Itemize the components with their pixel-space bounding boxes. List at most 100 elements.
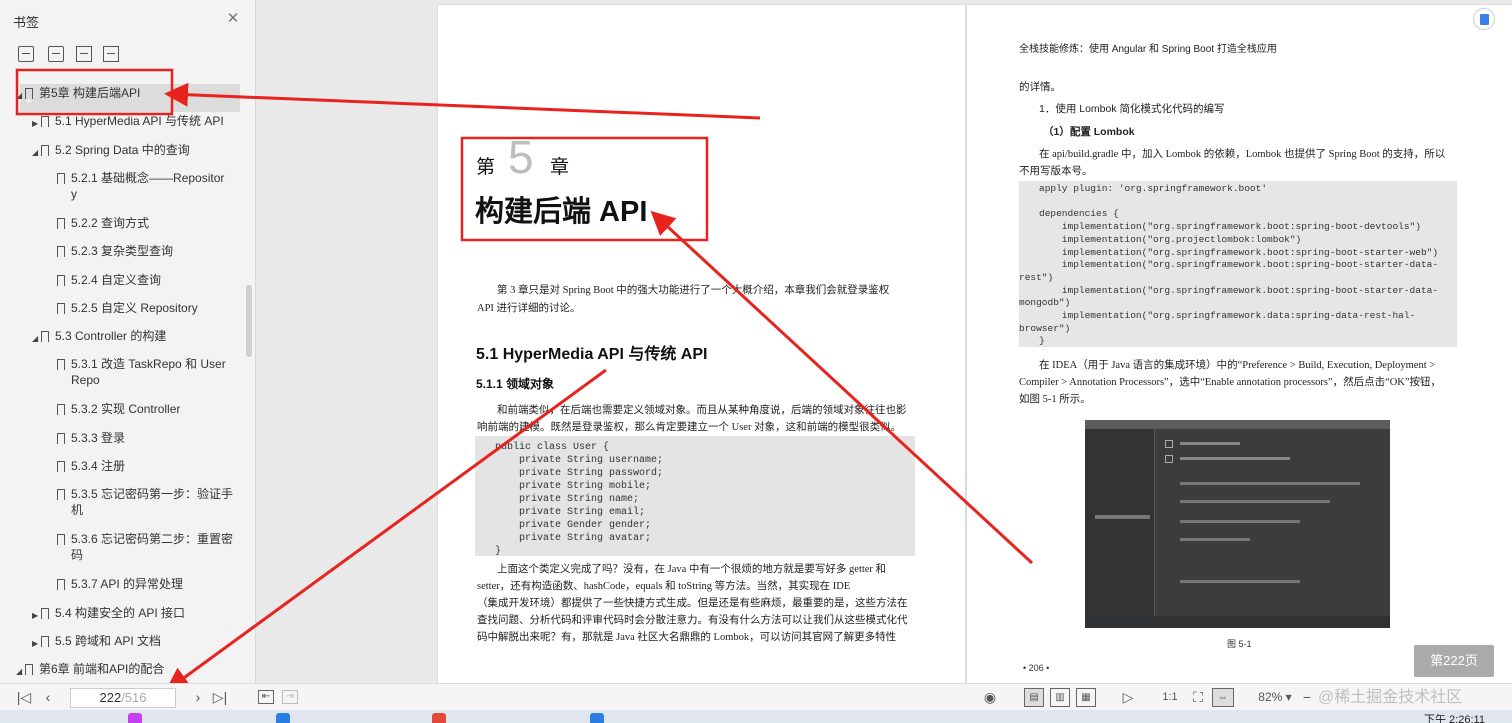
bookmark-item[interactable]: 5.2.2 查询方式 (0, 214, 248, 242)
bookmark-item[interactable]: ◢ 5.3 Controller 的构建 (0, 327, 248, 355)
right-paragraph-1-line-1: 在 api/build.gradle 中，加入 Lombok 的依赖，Lombo… (1039, 149, 1446, 160)
bookmark-item[interactable]: ◢ 第5章 构建后端API (16, 84, 240, 112)
eye-protect-icon[interactable]: ◉ (980, 684, 1000, 711)
current-page: 222 (99, 690, 122, 705)
bookmark-item[interactable]: ◢ 5.2 Spring Data 中的查询 (0, 141, 248, 169)
app-icon[interactable] (590, 713, 604, 723)
bookmark-item[interactable]: ▶ 5.4 构建安全的 API 接口 (0, 604, 248, 632)
bookmark-icon (57, 172, 65, 187)
code-line: public class User { (495, 442, 610, 453)
running-header: 全栈技能修炼：使用 Angular 和 Spring Boot 打造全栈应用 (1019, 44, 1277, 55)
single-page-icon[interactable]: ▤ (1024, 688, 1044, 707)
fit-page-icon[interactable]: ⛶ (1188, 684, 1208, 711)
last-page-icon[interactable]: ▷| (210, 684, 230, 711)
bookmark-item[interactable]: 5.3.6 忘记密码第二步：重置密码 (0, 530, 248, 574)
bookmark-item[interactable]: 5.3.7 API 的异常处理 (0, 575, 248, 603)
sidebar-toggle-icon[interactable]: ⇤ (258, 690, 274, 704)
close-icon[interactable]: ✕ (226, 11, 240, 26)
bookmark-item[interactable]: ▶ 5.1 HyperMedia API 与传统 API (0, 112, 248, 140)
bookmark-label: 5.3.7 API 的异常处理 (71, 577, 184, 592)
prev-page-icon[interactable]: ‹ (38, 684, 58, 711)
bookmark-icon (57, 404, 65, 419)
bookmark-item[interactable]: 5.3.4 注册 (0, 457, 248, 485)
bookmark-icon (57, 274, 65, 289)
total-pages: /516 (121, 690, 147, 705)
bookmark-label-continued: 机 (71, 503, 84, 518)
collapse-all-icon[interactable] (48, 46, 64, 62)
code-line: rest") (1019, 271, 1054, 283)
expand-all-icon[interactable] (18, 46, 34, 62)
bookmark-icon (57, 461, 65, 475)
zoom-select[interactable]: 82% ▾ (1252, 684, 1298, 711)
play-icon[interactable]: ▷ (1118, 684, 1138, 711)
first-page-icon[interactable]: |◁ (14, 684, 34, 711)
next-page-icon[interactable]: › (188, 684, 208, 711)
paragraph-2-line: setter，还有构造函数、hashCode，equals 和 toString… (477, 581, 851, 592)
code-line: private String mobile; (495, 481, 652, 492)
page-number-input[interactable]: 222/516 (70, 688, 176, 708)
caret-down-icon[interactable]: ◢ (32, 145, 38, 161)
bookmark-icon[interactable] (103, 46, 119, 62)
os-taskbar: 下午 2:26:11 (0, 710, 1512, 723)
code-line: mongodb") (1019, 297, 1071, 309)
code-line: } (495, 546, 502, 557)
page-badge: 第222页 (1414, 645, 1494, 677)
bookmark-label: 5.3.2 实现 Controller (71, 402, 181, 417)
figure-caption: 图 5-1 (1227, 639, 1252, 649)
caret-down-icon[interactable]: ◢ (16, 664, 22, 680)
bookmark-icon (41, 607, 49, 622)
bookmark-item[interactable]: 5.2.4 自定义查询 (0, 271, 248, 299)
chapter-number: 5 (508, 131, 534, 183)
two-page-icon[interactable]: ▦ (1076, 688, 1096, 707)
sidebar-scrollbar[interactable] (246, 285, 252, 357)
bookmark-label: 5.2.3 复杂类型查询 (71, 244, 174, 259)
actual-size-icon[interactable]: 1:1 (1160, 684, 1180, 711)
bookmark-label: 5.2 Spring Data 中的查询 (55, 142, 190, 157)
sidebar-header: 书签 ✕ (0, 0, 256, 40)
document-view[interactable]: 第 5 章 构建后端 API 第 3 章只是对 Spring Boot 中的强大… (257, 0, 1512, 683)
right-heading-1: 1．使用 Lombok 简化模式化代码的编写 (1039, 103, 1225, 115)
fit-width-icon[interactable]: ⇔ (1212, 688, 1234, 707)
app-icon[interactable] (432, 713, 446, 723)
caret-down-icon[interactable]: ◢ (32, 331, 38, 347)
watermark: @稀土掘金技术社区 (1318, 689, 1463, 706)
continuous-icon[interactable]: ▥ (1050, 688, 1070, 707)
caret-down-icon[interactable]: ◢ (16, 88, 22, 104)
bookmark-item[interactable]: 5.2.3 复杂类型查询 (0, 242, 248, 270)
add-bookmark-icon[interactable] (76, 46, 92, 62)
bookmark-label: 5.3.3 登录 (71, 430, 126, 445)
code-line: browser") (1019, 322, 1071, 334)
bookmark-item[interactable]: 5.3.3 登录 (0, 429, 248, 457)
bookmark-item[interactable]: 5.2.1 基础概念——Repositor y (0, 169, 248, 213)
zoom-out-icon[interactable]: − (1300, 684, 1314, 711)
page-number: • 206 • (1023, 663, 1050, 673)
code-line: } (1039, 335, 1045, 347)
bookmark-icon (57, 217, 65, 232)
code-line: implementation("org.springframework.boot… (1039, 246, 1439, 258)
bookmark-icon (41, 144, 49, 159)
bookmark-item[interactable]: 5.3.5 忘记密码第一步：验证手机 (0, 485, 248, 529)
bookmark-label-continued: y (71, 186, 77, 201)
right-paragraph-2-line-2: Compiler > Annotation Processors”，选中“Ena… (1019, 377, 1442, 388)
floating-action-button[interactable] (1473, 8, 1495, 30)
back-icon[interactable]: ⇥ (282, 690, 298, 704)
bookmark-label: 第5章 构建后端API (39, 86, 141, 100)
bookmark-item[interactable]: ▶ 5.5 跨域和 API 文档 (0, 632, 248, 660)
code-line: implementation("org.springframework.data… (1039, 310, 1416, 322)
bookmark-item[interactable]: 5.2.5 自定义 Repository (0, 299, 248, 327)
caret-right-icon[interactable]: ▶ (32, 608, 38, 624)
figure-ide-screenshot (1085, 420, 1390, 628)
bookmark-item[interactable]: 5.3.2 实现 Controller (0, 400, 248, 428)
bookmark-label-continued: Repo (71, 373, 100, 388)
caret-right-icon[interactable]: ▶ (32, 116, 38, 132)
bookmark-icon (57, 246, 65, 261)
right-page: 全栈技能修炼：使用 Angular 和 Spring Boot 打造全栈应用 的… (967, 5, 1512, 683)
app-icon[interactable] (128, 713, 142, 723)
bookmark-icon (41, 116, 49, 131)
pdf-reader-window: 书签 ✕ ◢ 第5章 构建后端API ▶ 5.1 HyperMedia API 与传统… (0, 0, 1512, 723)
bookmark-item[interactable]: 5.3.1 改造 TaskRepo 和 User Repo (0, 355, 248, 399)
code-line: implementation("org.springframework.boot… (1039, 259, 1439, 271)
browser-icon[interactable] (276, 713, 290, 723)
bookmark-label: 5.2.5 自定义 Repository (71, 300, 198, 315)
caret-right-icon[interactable]: ▶ (32, 636, 38, 652)
